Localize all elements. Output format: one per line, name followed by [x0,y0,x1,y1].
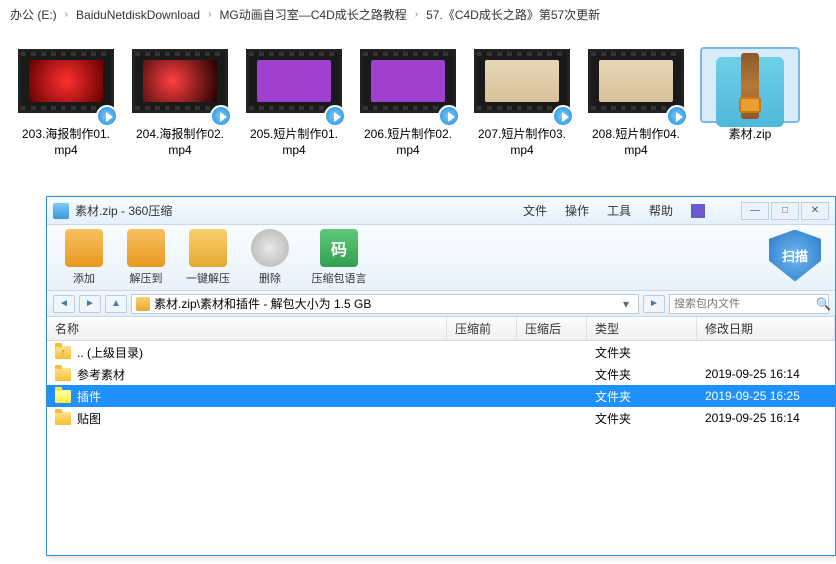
play-icon [96,105,118,127]
row-name: 贴图 [77,410,101,427]
file-name-label: 204.海报制作02.mp4 [132,127,228,158]
address-text: 素材.zip\素材和插件 - 解包大小为 1.5 GB [154,295,614,312]
file-name-label: 208.短片制作04.mp4 [588,127,684,158]
menu-tools[interactable]: 工具 [607,202,631,219]
close-button[interactable]: ✕ [801,202,829,220]
file-item[interactable]: 206.短片制作02.mp4 [360,49,456,158]
address-bar: ◄ ► ▲ 素材.zip\素材和插件 - 解包大小为 1.5 GB ▾ ► 🔍 [47,291,835,317]
breadcrumb-item[interactable]: BaiduNetdiskDownload [76,8,200,22]
encoding-button[interactable]: 码压缩包语言 [305,229,373,286]
table-row[interactable]: 插件 文件夹2019-09-25 16:25 [47,385,835,407]
archive-window: 素材.zip - 360压缩 文件 操作 工具 帮助 — □ ✕ 添加 解压到 … [46,196,836,556]
trash-icon [251,229,289,267]
file-name-label: 206.短片制作02.mp4 [360,127,456,158]
file-item[interactable]: 203.海报制作01.mp4 [18,49,114,158]
col-date-header[interactable]: 修改日期 [697,317,835,340]
back-button[interactable]: ◄ [53,295,75,313]
file-item[interactable]: 208.短片制作04.mp4 [588,49,684,158]
row-date: 2019-09-25 16:25 [697,389,835,403]
go-button[interactable]: ► [643,295,665,313]
dropdown-icon[interactable]: ▾ [618,297,634,311]
row-name: .. (上级目录) [77,344,143,361]
file-item[interactable]: 204.海报制作02.mp4 [132,49,228,158]
row-type: 文件夹 [587,410,697,427]
file-name-label: 203.海报制作01.mp4 [18,127,114,158]
menu-help[interactable]: 帮助 [649,202,673,219]
menu-operate[interactable]: 操作 [565,202,589,219]
file-name-label: 207.短片制作03.mp4 [474,127,570,158]
extract-button[interactable]: 解压到 [119,229,173,286]
onekey-extract-button[interactable]: 一键解压 [181,229,235,286]
row-type: 文件夹 [587,366,697,383]
skin-icon[interactable] [691,204,705,218]
chevron-right-icon: › [208,9,211,20]
row-name: 参考素材 [77,366,125,383]
encoding-icon: 码 [320,229,358,267]
table-row[interactable]: 参考素材 文件夹2019-09-25 16:14 [47,363,835,385]
table-row[interactable]: 贴图 文件夹2019-09-25 16:14 [47,407,835,429]
row-type: 文件夹 [587,388,697,405]
window-titlebar[interactable]: 素材.zip - 360压缩 文件 操作 工具 帮助 — □ ✕ [47,197,835,225]
toolbar: 添加 解压到 一键解压 删除 码压缩包语言 扫描 [47,225,835,291]
window-title: 素材.zip - 360压缩 [75,202,172,219]
search-icon[interactable]: 🔍 [816,297,831,311]
breadcrumb-item[interactable]: MG动画自习室—C4D成长之路教程 [219,6,406,23]
file-name-label: 205.短片制作01.mp4 [246,127,342,158]
play-icon [324,105,346,127]
row-name: 插件 [77,388,101,405]
row-date: 2019-09-25 16:14 [697,411,835,425]
search-input[interactable] [674,298,816,310]
folder-icon [55,346,71,359]
table-row[interactable]: .. (上级目录) 文件夹 [47,341,835,363]
folder-icon [55,390,71,403]
row-date: 2019-09-25 16:14 [697,367,835,381]
minimize-button[interactable]: — [741,202,769,220]
file-list: .. (上级目录)文件夹参考素材文件夹2019-09-25 16:14插件文件夹… [47,341,835,429]
folder-icon [55,368,71,381]
file-name-label: 素材.zip [702,127,798,143]
address-field[interactable]: 素材.zip\素材和插件 - 解包大小为 1.5 GB ▾ [131,294,639,314]
file-item[interactable]: 207.短片制作03.mp4 [474,49,570,158]
col-name-header[interactable]: 名称 [47,317,447,340]
extract-icon [127,229,165,267]
file-item[interactable]: 205.短片制作01.mp4 [246,49,342,158]
app-icon [53,203,69,219]
chevron-right-icon: › [415,9,418,20]
play-icon [666,105,688,127]
chevron-right-icon: › [65,9,68,20]
shield-icon: 扫描 [769,230,821,282]
menubar: 文件 操作 工具 帮助 — □ ✕ [523,202,829,220]
play-icon [438,105,460,127]
col-after-header[interactable]: 压缩后 [517,317,587,340]
play-icon [552,105,574,127]
file-grid: 203.海报制作01.mp4 204.海报制作02.mp4 205.短片制作01.m… [0,29,836,168]
maximize-button[interactable]: □ [771,202,799,220]
add-button[interactable]: 添加 [57,229,111,286]
breadcrumb-item[interactable]: 57.《C4D成长之路》第57次更新 [426,6,600,23]
breadcrumb-item[interactable]: 办公 (E:) [10,6,57,23]
folder-icon [55,412,71,425]
col-type-header[interactable]: 类型 [587,317,697,340]
scan-button[interactable]: 扫描 [765,230,825,286]
menu-file[interactable]: 文件 [523,202,547,219]
up-button[interactable]: ▲ [105,295,127,313]
breadcrumb: 办公 (E:) › BaiduNetdiskDownload › MG动画自习室—C… [0,0,836,29]
col-before-header[interactable]: 压缩前 [447,317,517,340]
play-icon [210,105,232,127]
row-type: 文件夹 [587,344,697,361]
search-field[interactable]: 🔍 [669,294,829,314]
delete-button[interactable]: 删除 [243,229,297,286]
zip-icon: 360ZIP [710,49,790,129]
file-item[interactable]: 360ZIP素材.zip [702,49,798,158]
column-headers: 名称 压缩前 压缩后 类型 修改日期 [47,317,835,341]
forward-button[interactable]: ► [79,295,101,313]
add-icon [65,229,103,267]
archive-icon [136,297,150,311]
onekey-icon [189,229,227,267]
